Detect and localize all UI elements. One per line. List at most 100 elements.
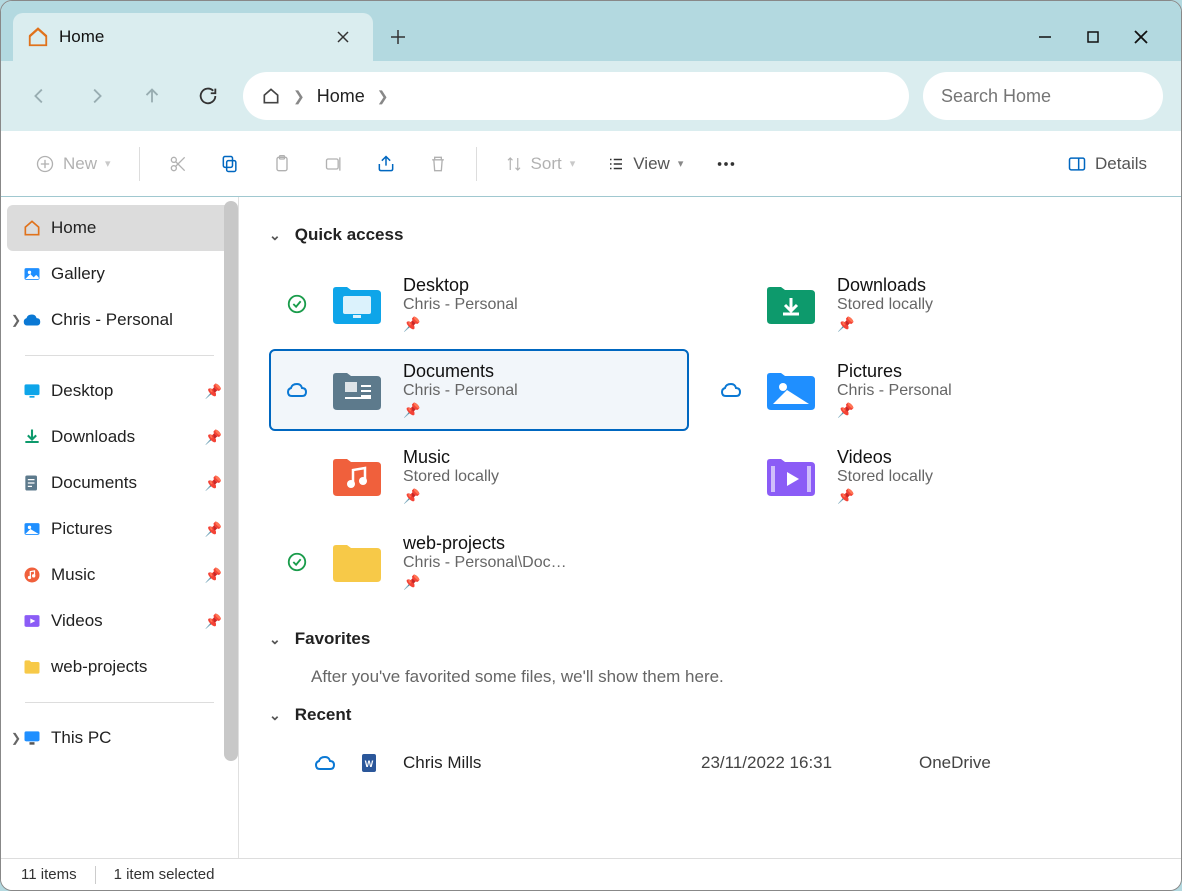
chevron-right-icon[interactable]: ❯ [377,88,389,105]
quick-access-item[interactable]: Documents Chris - Personal 📌 [269,349,689,431]
folder-icon [761,450,821,502]
navbar: ❯ Home ❯ [1,61,1181,131]
quick-access-item[interactable]: Pictures Chris - Personal 📌 [703,349,1123,431]
share-icon [376,154,396,174]
section-quick-access[interactable]: ⌄ Quick access [269,225,1151,245]
quick-access-item[interactable]: Music Stored locally 📌 [269,435,689,517]
sidebar-item-webprojects[interactable]: web-projects [7,644,232,690]
paste-button[interactable] [260,144,304,184]
pin-icon: 📌 [205,475,222,492]
quick-access-grid: Desktop Chris - Personal 📌 Downloads Sto… [269,263,1151,603]
sidebar-item-label: Chris - Personal [51,310,173,330]
address-bar[interactable]: ❯ Home ❯ [243,72,909,120]
pin-icon: 📌 [403,402,518,419]
close-button[interactable] [1129,25,1153,49]
tab-title: Home [59,27,317,47]
details-pane-button[interactable]: Details [1055,144,1159,184]
minimize-button[interactable] [1033,25,1057,49]
item-location: Chris - Personal\Doc… [403,554,567,572]
item-location: Stored locally [837,468,933,486]
folder-icon [21,656,43,678]
copy-icon [220,154,240,174]
sidebar-item-videos[interactable]: Videos 📌 [7,598,232,644]
chevron-right-icon: ❯ [293,88,305,105]
sidebar-item-pictures[interactable]: Pictures 📌 [7,506,232,552]
new-label: New [63,154,97,174]
folder-icon [327,364,387,416]
explorer-window: Home ❯ Home ❯ [0,0,1182,891]
item-location: Chris - Personal [403,296,518,314]
up-button[interactable] [131,75,173,117]
sort-button[interactable]: Sort ▾ [493,144,588,184]
item-location: Stored locally [837,296,933,314]
sidebar-item-downloads[interactable]: Downloads 📌 [7,414,232,460]
cut-button[interactable] [156,144,200,184]
download-icon [21,426,43,448]
sync-status-icon [717,378,745,402]
item-name: Documents [403,361,518,382]
sidebar-item-thispc[interactable]: ❯ This PC [7,715,232,761]
pin-icon: 📌 [837,488,933,505]
section-favorites[interactable]: ⌄ Favorites [269,629,1151,649]
share-button[interactable] [364,144,408,184]
search-input[interactable] [941,86,1173,107]
folder-icon [761,278,821,330]
refresh-button[interactable] [187,75,229,117]
new-button[interactable]: New ▾ [23,144,123,184]
pin-icon: 📌 [403,574,567,591]
recent-list: W Chris Mills 23/11/2022 16:31 OneDrive [269,743,1151,783]
recent-item[interactable]: W Chris Mills 23/11/2022 16:31 OneDrive [269,743,1151,783]
sidebar-item-desktop[interactable]: Desktop 📌 [7,368,232,414]
gallery-icon [21,263,43,285]
sidebar-item-onedrive[interactable]: ❯ Chris - Personal [7,297,232,343]
chevron-down-icon: ⌄ [269,631,281,648]
section-recent[interactable]: ⌄ Recent [269,705,1151,725]
quick-access-item[interactable]: Desktop Chris - Personal 📌 [269,263,689,345]
tab-home[interactable]: Home [13,13,373,61]
sidebar-item-label: Desktop [51,381,113,401]
titlebar: Home [1,1,1181,61]
breadcrumb-home[interactable]: Home [317,86,365,107]
item-name: Music [403,447,499,468]
tab-close-button[interactable] [327,21,359,53]
view-button[interactable]: View ▾ [595,144,695,184]
search-box[interactable] [923,72,1163,120]
copy-button[interactable] [208,144,252,184]
quick-access-item[interactable]: web-projects Chris - Personal\Doc… 📌 [269,521,689,603]
sidebar-item-gallery[interactable]: Gallery [7,251,232,297]
pin-icon: 📌 [205,613,222,630]
item-name: Videos [837,447,933,468]
ellipsis-icon [715,153,737,175]
desktop-icon [21,380,43,402]
sidebar-item-label: Documents [51,473,137,493]
chevron-down-icon: ▾ [678,157,684,170]
pin-icon: 📌 [205,521,222,538]
sidebar-item-documents[interactable]: Documents 📌 [7,460,232,506]
home-icon [261,86,281,106]
new-tab-button[interactable] [373,13,423,61]
delete-button[interactable] [416,144,460,184]
documents-icon [21,472,43,494]
rename-button[interactable] [312,144,356,184]
quick-access-item[interactable]: Videos Stored locally 📌 [703,435,1123,517]
svg-text:W: W [365,759,374,769]
trash-icon [428,154,448,174]
sidebar-item-label: Home [51,218,96,238]
sidebar-item-label: Gallery [51,264,105,284]
sidebar-item-music[interactable]: Music 📌 [7,552,232,598]
maximize-button[interactable] [1081,25,1105,49]
sidebar-item-home[interactable]: Home [7,205,232,251]
status-selection: 1 item selected [114,866,215,883]
sidebar-item-label: Music [51,565,95,585]
sidebar-scrollbar[interactable] [224,201,238,761]
forward-button[interactable] [75,75,117,117]
item-location: Chris - Personal [403,382,518,400]
plus-circle-icon [35,154,55,174]
sync-status-icon [311,751,339,775]
pin-icon: 📌 [205,567,222,584]
more-button[interactable] [703,144,749,184]
back-button[interactable] [19,75,61,117]
folder-icon [327,278,387,330]
home-icon [21,217,43,239]
quick-access-item[interactable]: Downloads Stored locally 📌 [703,263,1123,345]
